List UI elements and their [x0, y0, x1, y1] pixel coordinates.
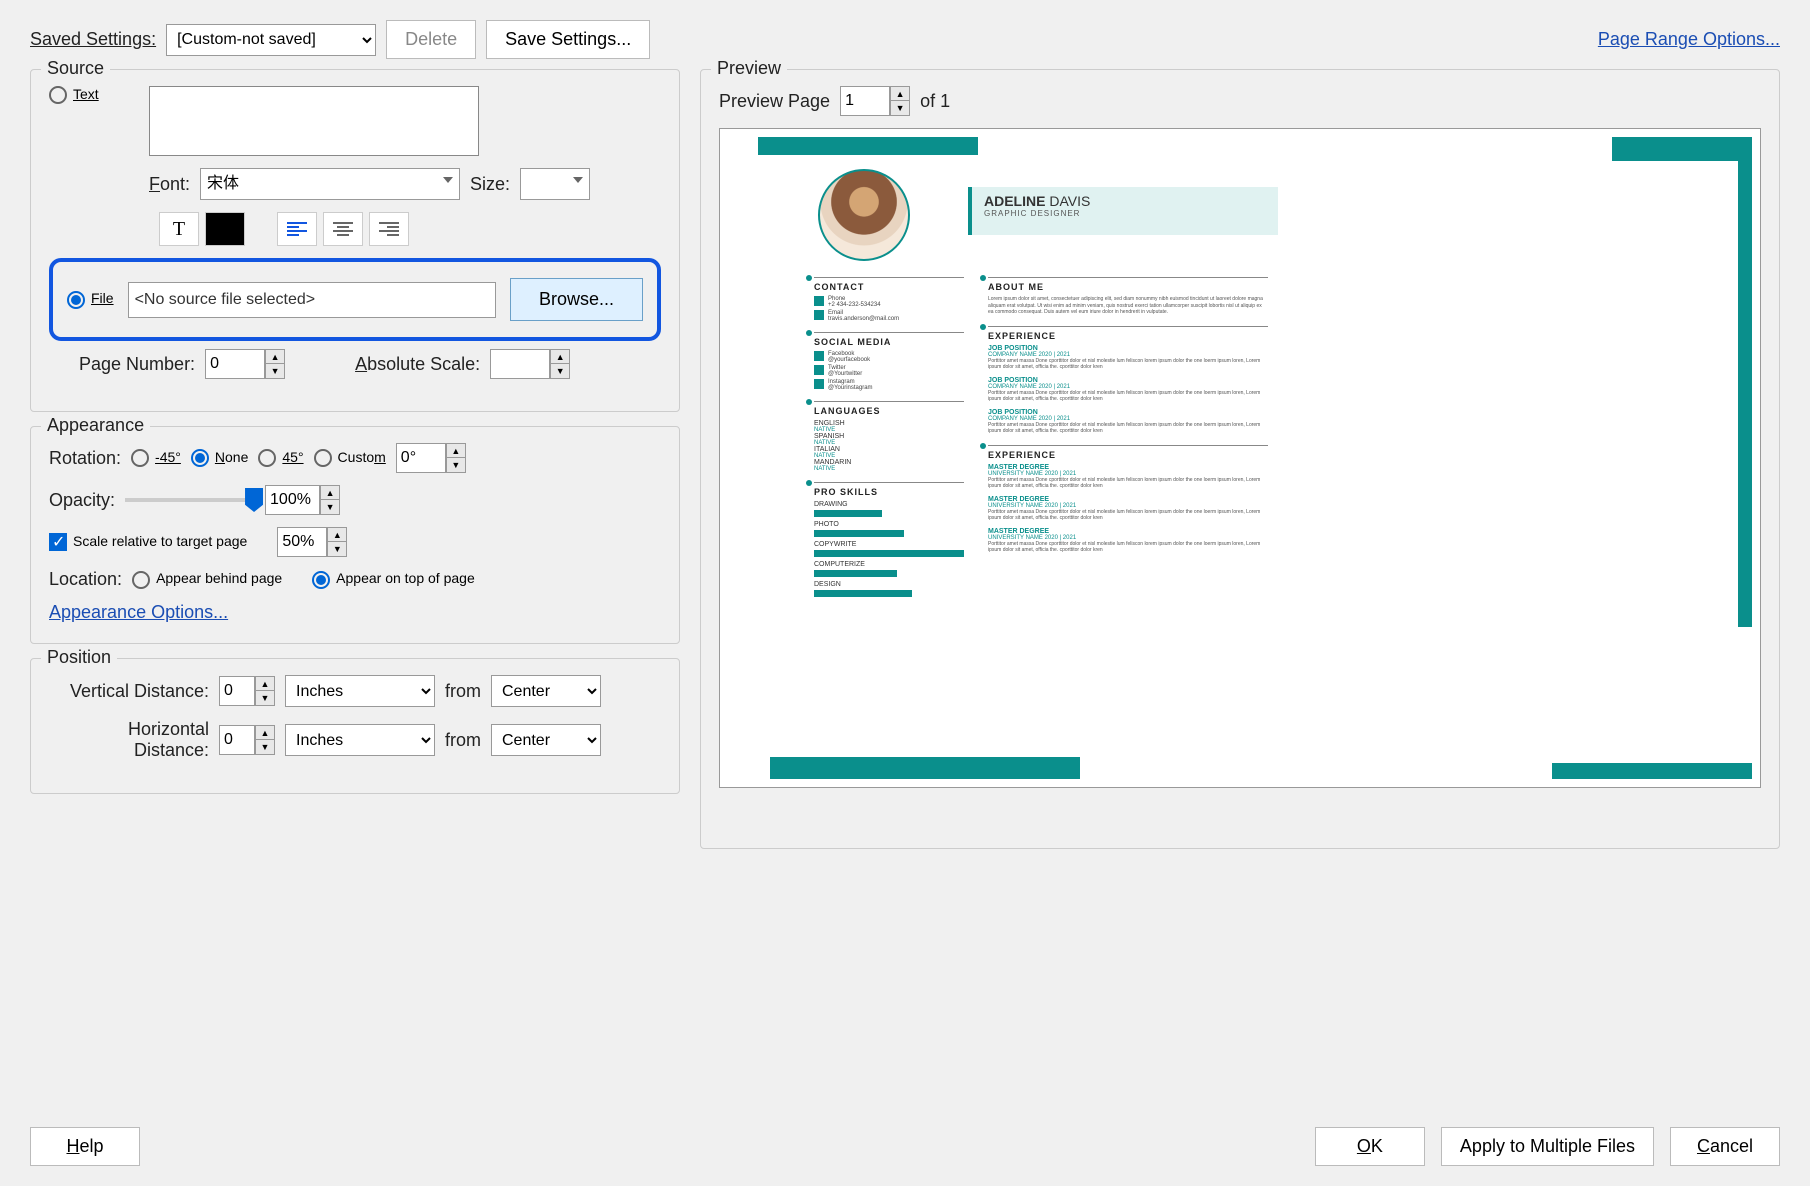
page-number-spinner[interactable]: ▲▼	[205, 349, 285, 379]
vertical-unit-select[interactable]: Inches	[285, 675, 435, 707]
vertical-from-select[interactable]: Center	[491, 675, 601, 707]
opacity-label: Opacity:	[49, 490, 115, 511]
size-select[interactable]	[520, 168, 590, 200]
appear-behind-radio[interactable]: Appear behind page	[132, 570, 282, 588]
preview-page-label: Preview Page	[719, 91, 830, 112]
rotation-none-radio[interactable]: None	[191, 449, 248, 467]
scale-value-spinner[interactable]: ▲▼	[277, 527, 347, 557]
vertical-distance-spinner[interactable]: ▲▼	[219, 676, 275, 706]
align-left-icon[interactable]	[277, 212, 317, 246]
file-path-input[interactable]	[128, 282, 496, 318]
horizontal-distance-spinner[interactable]: ▲▼	[219, 725, 275, 755]
absolute-scale-label: Absolute Scale:	[355, 354, 480, 375]
text-radio[interactable]: Text	[49, 86, 99, 104]
from-label-h: from	[445, 730, 481, 751]
rotation-neg45-radio[interactable]: -45°	[131, 449, 181, 467]
text-tool-icon[interactable]: T	[159, 212, 199, 246]
position-title: Position	[41, 647, 117, 668]
from-label-v: from	[445, 681, 481, 702]
align-right-icon[interactable]	[369, 212, 409, 246]
save-settings-button[interactable]: Save Settings...	[486, 20, 650, 59]
preview-canvas: ADELINE DAVIS GRAPHIC DESIGNER CONTACT P…	[719, 128, 1761, 788]
file-radio[interactable]: File	[67, 290, 114, 308]
page-range-options-link[interactable]: Page Range Options...	[1598, 29, 1780, 50]
align-center-icon[interactable]	[323, 212, 363, 246]
rotation-custom-radio[interactable]: Custom	[314, 449, 386, 467]
browse-button[interactable]: Browse...	[510, 278, 643, 321]
font-select[interactable]: 宋体	[200, 168, 460, 200]
text-textarea[interactable]	[149, 86, 479, 156]
page-number-label: Page Number:	[79, 354, 195, 375]
font-label: Font:	[149, 174, 190, 195]
help-button[interactable]: Help	[30, 1127, 140, 1166]
appearance-title: Appearance	[41, 415, 150, 436]
preview-page-spinner[interactable]: ▲▼	[840, 86, 910, 116]
saved-settings-label: Saved Settings:	[30, 29, 156, 50]
source-title: Source	[41, 58, 110, 79]
appear-top-radio[interactable]: Appear on top of page	[312, 570, 475, 588]
delete-button[interactable]: Delete	[386, 20, 476, 59]
horizontal-from-select[interactable]: Center	[491, 724, 601, 756]
position-group: Position Vertical Distance: ▲▼ Inches fr…	[30, 658, 680, 794]
location-label: Location:	[49, 569, 122, 590]
vertical-distance-label: Vertical Distance:	[49, 681, 209, 702]
rotation-value-spinner[interactable]: ▲▼	[396, 443, 466, 473]
appearance-options-link[interactable]: Appearance Options...	[49, 602, 228, 622]
rotation-45-radio[interactable]: 45°	[258, 449, 303, 467]
absolute-scale-spinner[interactable]: ▲▼	[490, 349, 570, 379]
apply-multiple-button[interactable]: Apply to Multiple Files	[1441, 1127, 1654, 1166]
opacity-slider[interactable]	[125, 498, 255, 502]
rotation-label: Rotation:	[49, 448, 121, 469]
ok-button[interactable]: OK	[1315, 1127, 1425, 1166]
preview-of-label: of 1	[920, 91, 950, 112]
cancel-button[interactable]: Cancel	[1670, 1127, 1780, 1166]
file-source-highlight: File Browse...	[49, 258, 661, 341]
appearance-group: Appearance Rotation: -45° None 45° Custo…	[30, 426, 680, 644]
preview-group: Preview Preview Page ▲▼ of 1 ADELINE DAV…	[700, 69, 1780, 849]
opacity-value-spinner[interactable]: ▲▼	[265, 485, 340, 515]
preview-title: Preview	[711, 58, 787, 79]
resume-photo	[818, 169, 910, 261]
scale-relative-checkbox[interactable]: Scale relative to target page	[49, 533, 247, 551]
color-swatch-icon[interactable]	[205, 212, 245, 246]
size-label: Size:	[470, 174, 510, 195]
horizontal-distance-label: Horizontal Distance:	[49, 719, 209, 761]
source-group: Source Text Font: 宋体 Size: T	[30, 69, 680, 412]
horizontal-unit-select[interactable]: Inches	[285, 724, 435, 756]
saved-settings-select[interactable]: [Custom-not saved]	[166, 24, 376, 56]
